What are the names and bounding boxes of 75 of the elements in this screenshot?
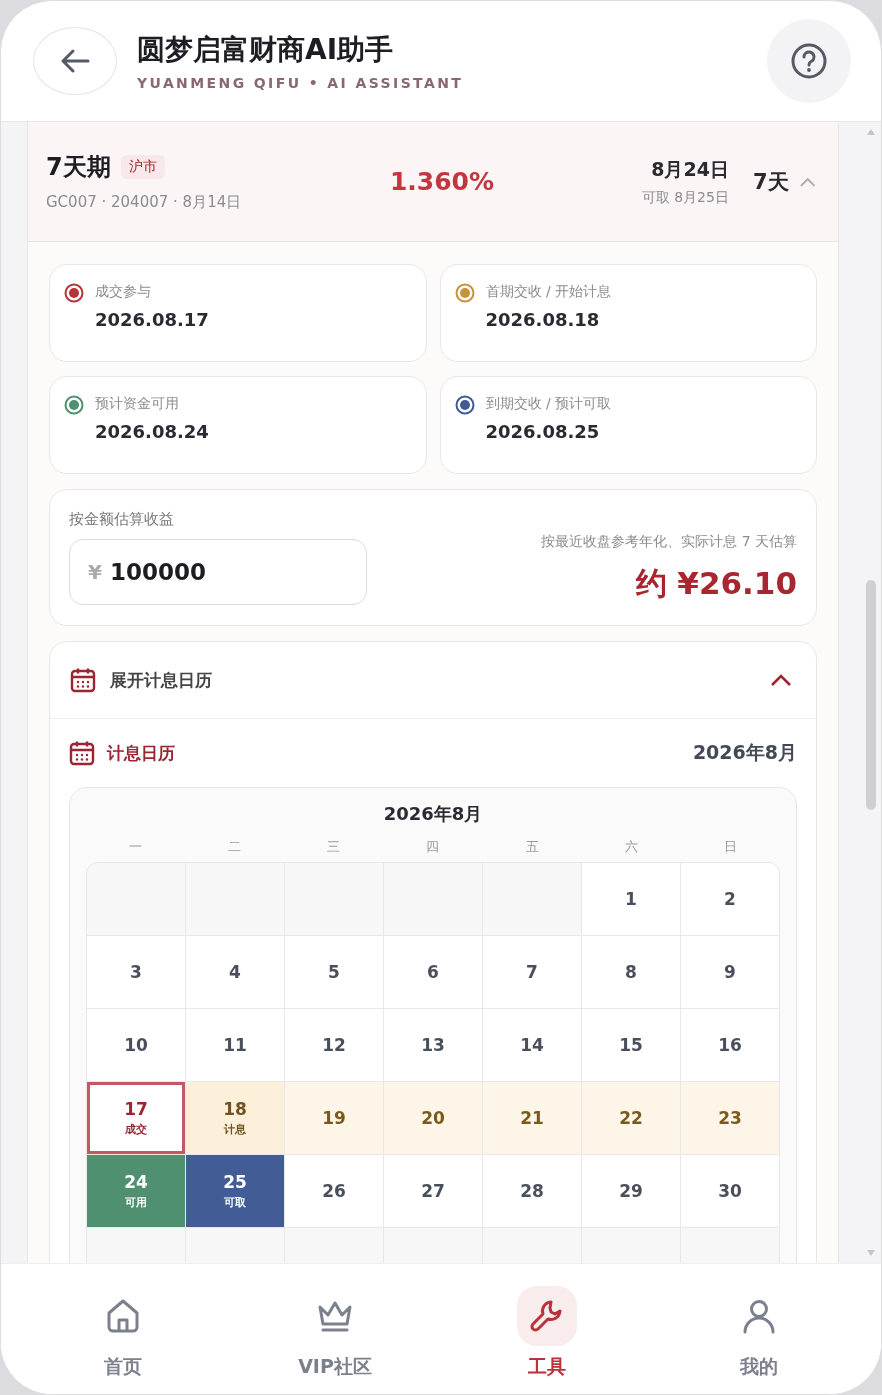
day-cell[interactable]: 2 [681, 863, 779, 935]
milestone-label: 到期交收 / 预计可取 [485, 395, 612, 413]
weekday-label: 四 [426, 838, 440, 856]
currency-symbol: ¥ [88, 560, 102, 584]
help-icon [789, 41, 829, 81]
weekday-label: 三 [327, 838, 341, 856]
day-cell[interactable]: 16 [681, 1009, 779, 1081]
month-title: 2026年8月 [383, 802, 483, 826]
product-name: 7天期 [46, 152, 111, 183]
day-cell[interactable]: 1 [582, 863, 680, 935]
amount-input[interactable]: 100000 [109, 559, 310, 585]
day-cell[interactable]: 20 [384, 1082, 482, 1154]
milestone-date: 2026.08.18 [485, 309, 601, 330]
day-cell[interactable]: 14 [483, 1009, 581, 1081]
day-cell[interactable]: 30 [681, 1155, 779, 1227]
day-cell[interactable]: 29 [582, 1155, 680, 1227]
weekday-label: 二 [228, 838, 242, 856]
milestone-label: 预计资金可用 [95, 395, 180, 413]
weekday-label: 六 [624, 838, 638, 856]
scrollbar-thumb[interactable] [866, 580, 876, 810]
product-codes: GC007 · 204007 · 8月14日 [46, 193, 243, 212]
day-cell[interactable]: 24 可用 [87, 1155, 185, 1227]
scroll-up-icon[interactable] [866, 128, 876, 136]
estimate-result: 约 ¥26.10 [635, 563, 797, 603]
day-cell[interactable]: 3 [87, 936, 185, 1008]
weekday-label: 五 [525, 838, 539, 856]
calendar-toggle[interactable]: 展开计息日历 [50, 642, 816, 719]
day-cell[interactable]: 13 [384, 1009, 482, 1081]
estimate-note: 按最近收盘参考年化、实际计息 7 天估算 [541, 532, 797, 551]
amount-field[interactable]: ¥ 100000 [69, 539, 367, 605]
calendar-title: 计息日历 [107, 741, 176, 765]
day-cell[interactable]: 6 [384, 936, 482, 1008]
day-cell[interactable]: 22 [582, 1082, 680, 1154]
nav-tab[interactable]: VIP社区 [229, 1264, 441, 1394]
milestone-label: 首期交收 / 开始计息 [485, 283, 612, 301]
day-cell[interactable]: 25 可取 [186, 1155, 284, 1227]
nav-tab[interactable]: 首页 [17, 1264, 229, 1394]
day-cell[interactable]: 23 [681, 1082, 779, 1154]
day-cell[interactable]: 26 [285, 1155, 383, 1227]
estimate-label: 按金额估算收益 [69, 510, 175, 529]
day-cell[interactable]: 8 [582, 936, 680, 1008]
day-cell[interactable]: 15 [582, 1009, 680, 1081]
day-cell[interactable]: 27 [384, 1155, 482, 1227]
term-label: 7天 [752, 168, 789, 196]
withdraw-date: 可取 8月25日 [641, 188, 729, 207]
nav-tab[interactable]: 我的 [653, 1264, 865, 1394]
calendar-icon [70, 667, 96, 693]
app-subtitle: YUANMENG QIFU • AI ASSISTANT [137, 75, 464, 91]
calendar-month: 2026年8月 [692, 740, 797, 765]
due-date: 8月24日 [651, 156, 729, 182]
day-cell[interactable]: 10 [87, 1009, 185, 1081]
day-cell[interactable]: 21 [483, 1082, 581, 1154]
back-arrow-icon [60, 48, 90, 74]
nav-tab[interactable]: 工具 [441, 1264, 653, 1394]
day-cell[interactable]: 9 [681, 936, 779, 1008]
day-cell[interactable]: 18 计息 [186, 1082, 284, 1154]
milestone-label: 成交参与 [95, 283, 152, 301]
day-cell[interactable]: 28 [483, 1155, 581, 1227]
day-cell[interactable]: 5 [285, 936, 383, 1008]
market-tag: 沪市 [120, 155, 165, 179]
day-cell[interactable]: 19 [285, 1082, 383, 1154]
weekday-label: 日 [723, 838, 737, 856]
day-cell[interactable]: 17 成交 [87, 1082, 185, 1154]
day-cell[interactable]: 7 [483, 936, 581, 1008]
rate-value: 1.360% [389, 167, 496, 196]
milestone-date: 2026.08.25 [485, 421, 601, 442]
product-header[interactable]: 7天期 沪市 GC007 · 204007 · 8月14日 1.360% 8月24日 可取 8月25日 7天 [28, 122, 838, 242]
milestone-date: 2026.08.24 [95, 421, 209, 442]
milestone-date: 2026.08.17 [95, 309, 209, 330]
day-cell[interactable]: 12 [285, 1009, 383, 1081]
scroll-down-icon[interactable] [866, 1249, 876, 1257]
app-title: 圆梦启富财商AI助手 [137, 32, 394, 68]
calendar-icon [69, 740, 95, 766]
day-cell[interactable]: 4 [186, 936, 284, 1008]
day-cell[interactable]: 11 [186, 1009, 284, 1081]
